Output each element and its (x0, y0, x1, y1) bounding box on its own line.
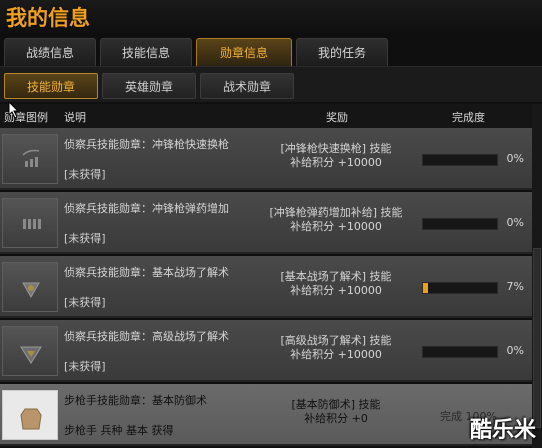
header-desc-col: 说明 (64, 111, 86, 124)
title-bar: 我的信息 (0, 0, 542, 36)
tab-medal-info[interactable]: 勋章信息 (196, 38, 292, 66)
tab-battle-record[interactable]: 战绩信息 (4, 38, 96, 66)
progress-fill (423, 283, 429, 293)
reward-skill: [冲锋枪弹药增加补给] 技能 (269, 206, 403, 219)
table-row[interactable]: 侦察兵技能勋章：冲锋枪弹药增加 [未获得] [冲锋枪弹药增加补给] 技能 补给积… (0, 192, 532, 254)
reward-points: 补给积分 +10000 (290, 284, 382, 297)
medal-status: [未获得] (64, 168, 106, 181)
list-scrollbar[interactable] (532, 104, 542, 448)
main-tabs: 战绩信息 技能信息 勋章信息 我的任务 (0, 36, 542, 66)
reward-points: 补给积分 +0 (304, 412, 368, 425)
medal-battlefield-icon (22, 282, 40, 299)
progress-bar (422, 282, 498, 294)
medal-reward: [冲锋枪弹药增加补给] 技能 补给积分 +10000 (258, 206, 414, 234)
tab-my-tasks[interactable]: 我的任务 (296, 38, 388, 66)
progress-percent: 0% (506, 216, 524, 229)
medal-image (2, 134, 58, 184)
medal-status: [未获得] (64, 360, 106, 373)
tab-skill-info[interactable]: 技能信息 (100, 38, 192, 66)
table-row[interactable]: 步枪手技能勋章：基本防御术 步枪手 兵种 基本 获得 [基本防御术] 技能 补给… (0, 384, 532, 446)
table-row[interactable]: 侦察兵技能勋章：基本战场了解术 [未获得] [基本战场了解术] 技能 补给积分 … (0, 256, 532, 318)
medal-description: 侦察兵技能勋章：冲锋枪弹药增加 (64, 202, 229, 215)
header-reward-col: 奖励 (326, 111, 348, 124)
medal-status: [未获得] (64, 296, 106, 309)
medal-ammo-icon (23, 219, 41, 229)
medal-advanced-battlefield-icon (20, 346, 42, 364)
medal-smg-icon (22, 149, 40, 167)
progress-bar (422, 154, 498, 166)
reward-skill: [基本战场了解术] 技能 (280, 270, 392, 283)
medal-description: 侦察兵技能勋章：高级战场了解术 (64, 330, 229, 343)
medal-category-bar: 技能勋章 英雄勋章 战术勋章 (0, 66, 542, 102)
watermark-text: 酷乐米 (469, 418, 536, 443)
medal-list: 侦察兵技能勋章：冲锋枪快速换枪 [未获得] [冲锋枪快速换枪] 技能 补给积分 … (0, 128, 532, 448)
scrollbar-thumb[interactable] (533, 248, 541, 428)
progress-percent: 0% (506, 344, 524, 357)
medal-reward: [基本战场了解术] 技能 补给积分 +10000 (258, 270, 414, 298)
progress-bar (422, 346, 498, 358)
medal-image (2, 262, 58, 312)
reward-points: 补给积分 +10000 (290, 220, 382, 233)
medal-description: 侦察兵技能勋章：基本战场了解术 (64, 266, 229, 279)
medal-reward: [冲锋枪快速换枪] 技能 补给积分 +10000 (258, 142, 414, 170)
reward-points: 补给积分 +10000 (290, 348, 382, 361)
header-progress-col: 完成度 (452, 111, 485, 124)
subtab-tactics-medal[interactable]: 战术勋章 (200, 73, 294, 99)
mouse-cursor-icon (8, 101, 20, 119)
table-row[interactable]: 侦察兵技能勋章：冲锋枪快速换枪 [未获得] [冲锋枪快速换枪] 技能 补给积分 … (0, 128, 532, 190)
subtab-hero-medal[interactable]: 英雄勋章 (102, 73, 196, 99)
medal-armor-icon (20, 408, 42, 430)
progress-percent: 0% (506, 152, 524, 165)
reward-skill: [基本防御术] 技能 (291, 398, 381, 411)
medal-reward: [高级战场了解术] 技能 补给积分 +10000 (258, 334, 414, 362)
medal-image (2, 198, 58, 248)
medal-image (2, 326, 58, 376)
reward-points: 补给积分 +10000 (290, 156, 382, 169)
reward-skill: [冲锋枪快速换枪] 技能 (280, 142, 392, 155)
progress-percent: 7% (506, 280, 524, 293)
table-row[interactable]: 侦察兵技能勋章：高级战场了解术 [未获得] [高级战场了解术] 技能 补给积分 … (0, 320, 532, 382)
medal-status: [未获得] (64, 232, 106, 245)
progress-bar (422, 218, 498, 230)
table-header: 勋章图例 说明 奖励 完成度 (0, 104, 532, 128)
medal-status: 步枪手 兵种 基本 获得 (64, 424, 174, 437)
medal-reward: [基本防御术] 技能 补给积分 +0 (258, 398, 414, 426)
medal-description: 侦察兵技能勋章：冲锋枪快速换枪 (64, 138, 229, 151)
medal-description: 步枪手技能勋章：基本防御术 (64, 394, 207, 407)
medal-image (2, 390, 58, 440)
reward-skill: [高级战场了解术] 技能 (280, 334, 392, 347)
subtab-skill-medal[interactable]: 技能勋章 (4, 73, 98, 99)
window-title: 我的信息 (6, 6, 90, 30)
